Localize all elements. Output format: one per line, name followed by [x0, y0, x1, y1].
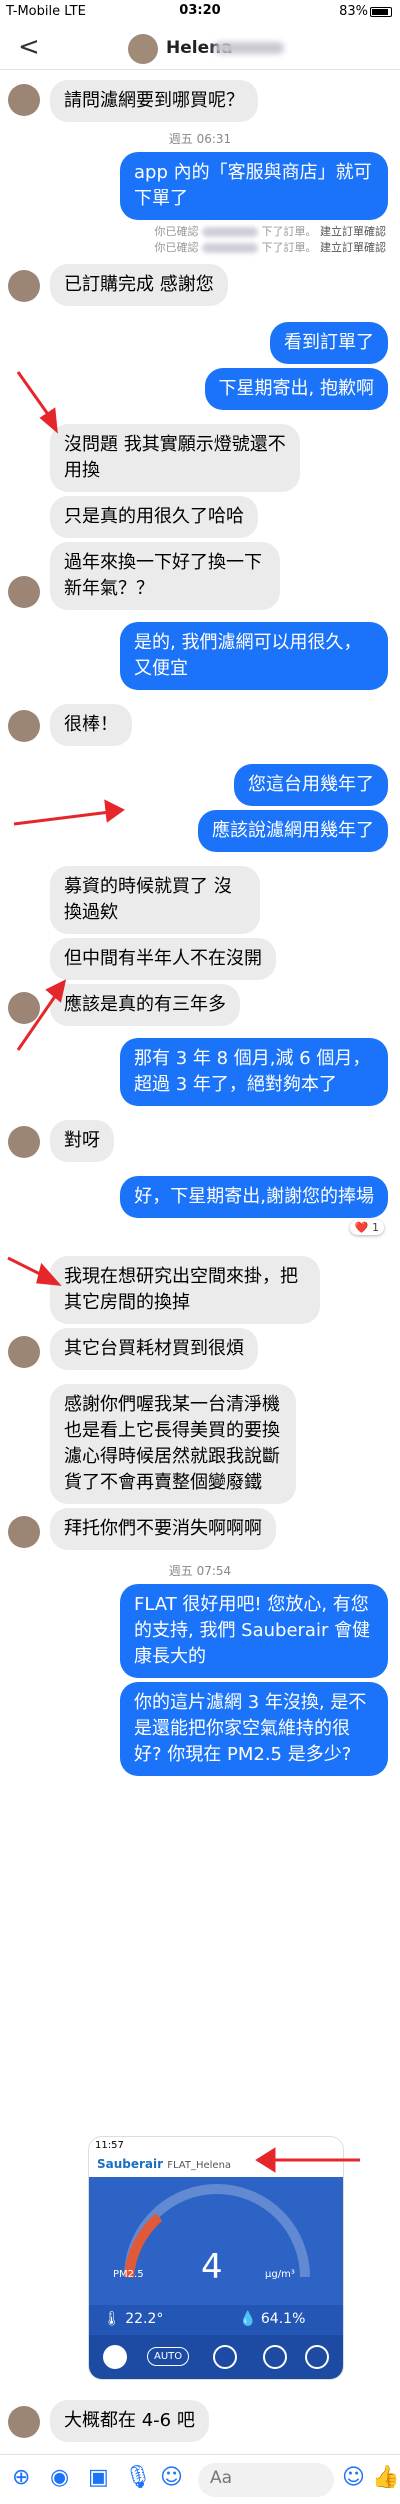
arrow-1 [16, 371, 54, 421]
arrow-4-head [36, 1262, 62, 1286]
message-input[interactable]: Aa [198, 2463, 334, 2497]
arrow-3-head [45, 979, 67, 1003]
like-icon[interactable]: 👍 [372, 2465, 399, 2490]
microphone-icon[interactable]: 🎙 [124, 2465, 152, 2490]
annotation-arrows [7, 371, 360, 2173]
emoji-sticker-icon[interactable]: ☺ [160, 2465, 183, 2490]
arrow-5-head [255, 2147, 276, 2173]
composer-bar: ⊕ ◉ ▣ 🎙 ☺ Aa ☺ 👍 [0, 2454, 400, 2504]
photo-icon[interactable]: ▣ [88, 2465, 109, 2490]
arrow-2 [13, 810, 111, 826]
plus-icon[interactable]: ⊕ [12, 2465, 30, 2490]
arrow-3 [16, 991, 60, 1051]
arrow-2-head [104, 799, 125, 823]
camera-icon[interactable]: ◉ [50, 2465, 69, 2490]
emoji-icon[interactable]: ☺ [342, 2465, 365, 2490]
arrow-1-head [39, 407, 58, 434]
